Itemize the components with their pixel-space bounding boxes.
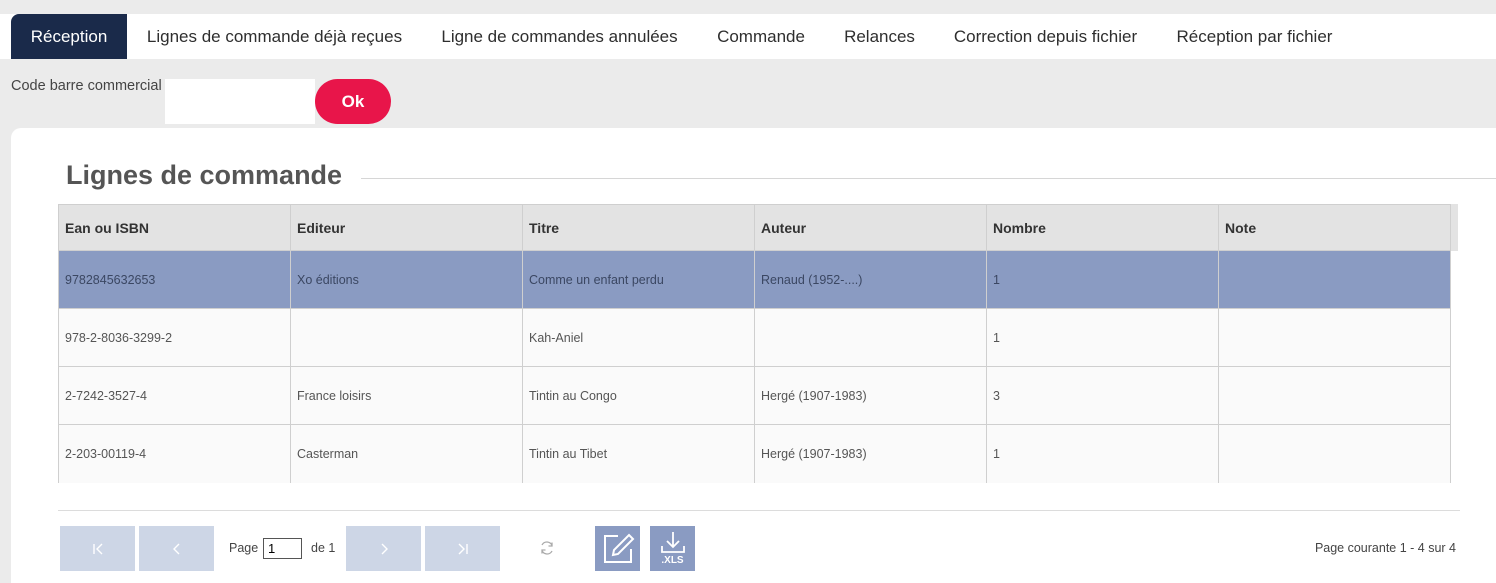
table-row[interactable]: 2-203-00119-4 Casterman Tintin au Tibet … — [59, 425, 1450, 483]
cell-editeur: France loisirs — [291, 367, 523, 424]
cell-auteur — [755, 309, 987, 366]
tab-correction-fichier[interactable]: Correction depuis fichier — [934, 14, 1157, 59]
cell-editeur: Casterman — [291, 425, 523, 483]
refresh-icon[interactable] — [538, 539, 556, 557]
column-header-titre[interactable]: Titre — [523, 205, 755, 250]
cell-note — [1219, 367, 1450, 424]
tab-relances[interactable]: Relances — [825, 14, 934, 59]
cell-nombre: 1 — [987, 251, 1219, 308]
cell-auteur: Renaud (1952-....) — [755, 251, 987, 308]
edit-button[interactable] — [595, 526, 640, 571]
column-header-editeur[interactable]: Editeur — [291, 205, 523, 250]
column-header-ean[interactable]: Ean ou ISBN — [59, 205, 291, 250]
grid-header: Ean ou ISBN Editeur Titre Auteur Nombre … — [59, 205, 1450, 251]
next-page-button[interactable] — [346, 526, 421, 571]
tab-lignes-annulees[interactable]: Ligne de commandes annulées — [422, 14, 697, 59]
cell-titre: Comme un enfant perdu — [523, 251, 755, 308]
grid-scrollbar[interactable] — [1451, 204, 1458, 251]
table-row[interactable]: 9782845632653 Xo éditions Comme un enfan… — [59, 251, 1450, 309]
barcode-label: Code barre commercial — [11, 78, 162, 94]
chevron-left-icon — [172, 543, 179, 554]
export-xls-button[interactable]: .XLS — [650, 526, 695, 571]
cell-ean: 2-203-00119-4 — [59, 425, 291, 483]
cell-nombre: 1 — [987, 309, 1219, 366]
cell-titre: Kah-Aniel — [523, 309, 755, 366]
pagination-status: Page courante 1 - 4 sur 4 — [1314, 541, 1456, 555]
order-lines-grid: Ean ou ISBN Editeur Titre Auteur Nombre … — [58, 204, 1451, 483]
cell-editeur: Xo éditions — [291, 251, 523, 308]
section-title: Lignes de commande — [66, 160, 343, 190]
cell-note — [1219, 251, 1450, 308]
cell-titre: Tintin au Congo — [523, 367, 755, 424]
page-label: Page — [229, 541, 259, 555]
previous-page-button[interactable] — [139, 526, 214, 571]
tab-reception-fichier[interactable]: Réception par fichier — [1157, 14, 1352, 59]
edit-icon — [603, 533, 634, 563]
cell-note — [1219, 309, 1450, 366]
download-icon — [660, 532, 685, 553]
table-row[interactable]: 978-2-8036-3299-2 Kah-Aniel 1 — [59, 309, 1450, 367]
cell-note — [1219, 425, 1450, 483]
tab-commande[interactable]: Commande — [697, 14, 825, 59]
last-page-icon — [458, 543, 468, 554]
footer-divider — [58, 510, 1460, 511]
cell-nombre: 1 — [987, 425, 1219, 483]
cell-editeur — [291, 309, 523, 366]
page-total-label: de 1 — [311, 541, 336, 555]
barcode-input[interactable] — [165, 79, 315, 124]
column-header-auteur[interactable]: Auteur — [755, 205, 987, 250]
column-header-note[interactable]: Note — [1219, 205, 1450, 250]
ok-button[interactable]: Ok — [315, 79, 391, 124]
xls-label: .XLS — [661, 555, 684, 566]
title-divider — [361, 178, 1496, 179]
cell-ean: 2-7242-3527-4 — [59, 367, 291, 424]
cell-nombre: 3 — [987, 367, 1219, 424]
column-header-nombre[interactable]: Nombre — [987, 205, 1219, 250]
cell-auteur: Hergé (1907-1983) — [755, 425, 987, 483]
tab-reception[interactable]: Réception — [11, 14, 127, 59]
last-page-button[interactable] — [425, 526, 500, 571]
tab-bar: Réception Lignes de commande déjà reçues… — [0, 14, 1496, 59]
cell-ean: 978-2-8036-3299-2 — [59, 309, 291, 366]
tab-lignes-recues[interactable]: Lignes de commande déjà reçues — [127, 14, 422, 59]
first-page-icon — [92, 543, 102, 554]
table-row[interactable]: 2-7242-3527-4 France loisirs Tintin au C… — [59, 367, 1450, 425]
cell-ean: 9782845632653 — [59, 251, 291, 308]
first-page-button[interactable] — [60, 526, 135, 571]
cell-auteur: Hergé (1907-1983) — [755, 367, 987, 424]
chevron-right-icon — [381, 543, 388, 554]
cell-titre: Tintin au Tibet — [523, 425, 755, 483]
page-number-input[interactable] — [263, 538, 302, 559]
